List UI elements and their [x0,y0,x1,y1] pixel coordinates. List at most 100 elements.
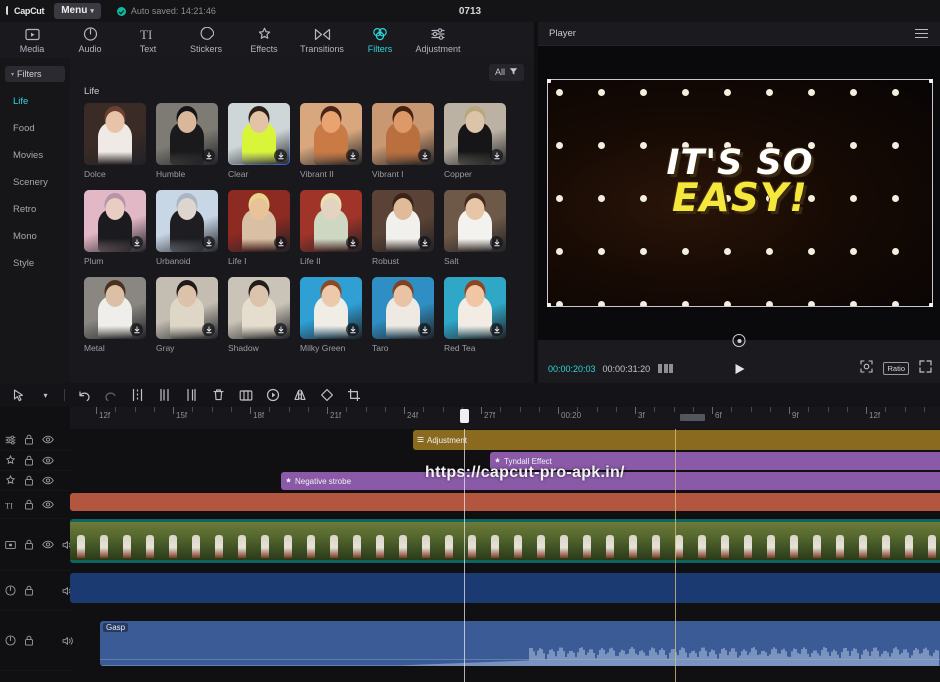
eye-icon[interactable] [42,476,54,485]
reverse-button[interactable] [259,383,286,407]
tab-media[interactable]: Media [4,27,60,54]
sidebar-item-movies[interactable]: Movies [0,142,70,169]
filter-item[interactable]: Vibrant II [300,103,362,179]
tab-effects[interactable]: Effects [236,27,292,54]
lock-icon[interactable] [24,539,34,550]
lock-icon[interactable] [24,585,34,596]
filter-thumbnail[interactable] [372,277,434,339]
audio-clip-1[interactable] [70,573,940,603]
filter-thumbnail[interactable] [84,277,146,339]
lock-icon[interactable] [24,455,34,466]
lock-icon[interactable] [24,635,34,646]
download-icon[interactable] [346,149,359,162]
filter-item[interactable]: Red Tea [444,277,506,353]
filter-item[interactable]: Robust [372,190,434,266]
filter-item[interactable]: Copper [444,103,506,179]
filter-item[interactable]: Plum [84,190,146,266]
download-icon[interactable] [274,236,287,249]
filter-thumbnail[interactable] [444,103,506,165]
download-icon[interactable] [202,323,215,336]
menu-button[interactable]: Menu ▾ [54,3,101,19]
rotate-button[interactable] [313,383,340,407]
filter-item[interactable]: Life I [228,190,290,266]
trim-left-button[interactable] [151,383,178,407]
resize-handle-bottom-right[interactable] [929,303,933,307]
undo-button[interactable] [70,383,97,407]
filter-thumbnail[interactable] [300,103,362,165]
filter-thumbnail[interactable] [444,190,506,252]
playhead-handle[interactable] [460,409,469,423]
filter-thumbnail[interactable] [444,277,506,339]
redo-button[interactable] [97,383,124,407]
split-button[interactable] [124,383,151,407]
tab-adjustment[interactable]: Adjustment [410,27,466,54]
resize-handle-bottom-left[interactable] [547,303,551,307]
tab-filters[interactable]: Filters [352,27,408,54]
filter-item[interactable]: Metal [84,277,146,353]
filter-item[interactable]: Shadow [228,277,290,353]
preview-canvas[interactable]: IT'S SO EASY! [547,79,933,307]
lock-icon[interactable] [24,475,34,486]
filter-thumbnail[interactable] [300,277,362,339]
download-icon[interactable] [346,323,359,336]
layers-icon[interactable] [658,364,674,373]
download-icon[interactable] [130,236,143,249]
filter-thumbnail[interactable] [156,277,218,339]
delete-button[interactable] [205,383,232,407]
adjustment-clip[interactable]: Adjustment [413,430,940,450]
negative-strobe-clip[interactable]: Negative strobe [281,472,940,490]
filter-item[interactable]: Dolce [84,103,146,179]
filter-thumbnail[interactable] [156,103,218,165]
zoom-fit-icon[interactable] [860,359,874,378]
filter-thumbnail[interactable] [228,277,290,339]
filter-thumbnail[interactable] [84,190,146,252]
filter-item[interactable]: Clear [228,103,290,179]
tab-audio[interactable]: Audio [62,27,118,54]
tab-text[interactable]: TI Text [120,27,176,54]
filter-item[interactable]: Milky Green [300,277,362,353]
crop-button[interactable] [340,383,367,407]
video-clip[interactable] [70,519,940,563]
download-icon[interactable] [202,149,215,162]
filter-thumbnail[interactable] [228,103,290,165]
filter-item[interactable]: Life II [300,190,362,266]
download-icon[interactable] [490,323,503,336]
filter-item[interactable]: Vibrant I [372,103,434,179]
download-icon[interactable] [418,323,431,336]
filter-item[interactable]: Humble [156,103,218,179]
filter-item[interactable]: Salt [444,190,506,266]
filter-item[interactable]: Urbanoid [156,190,218,266]
download-icon[interactable] [202,236,215,249]
rotate-handle-icon[interactable] [732,334,746,347]
text-clip[interactable] [70,493,940,511]
download-icon[interactable] [490,236,503,249]
sidebar-item-food[interactable]: Food [0,115,70,142]
filter-item[interactable]: Taro [372,277,434,353]
trim-right-button[interactable] [178,383,205,407]
filter-thumbnail[interactable] [372,190,434,252]
filter-thumbnail[interactable] [84,103,146,165]
download-icon[interactable] [346,236,359,249]
select-tool[interactable] [5,383,32,407]
filter-thumbnail[interactable] [372,103,434,165]
filter-thumbnail[interactable] [228,190,290,252]
download-icon[interactable] [274,323,287,336]
filter-item[interactable]: Gray [156,277,218,353]
sidebar-item-retro[interactable]: Retro [0,196,70,223]
mirror-button[interactable] [286,383,313,407]
play-icon[interactable] [735,363,745,374]
all-filter-button[interactable]: All [488,63,524,81]
audio-clip-gasp[interactable]: Gasp [100,621,940,666]
sidebar-item-style[interactable]: Style [0,250,70,277]
resize-handle-top-right[interactable] [929,79,933,83]
tab-transitions[interactable]: Transitions [294,27,350,54]
sidebar-item-scenery[interactable]: Scenery [0,169,70,196]
ruler-selection-marker[interactable] [680,414,705,421]
eye-icon[interactable] [42,500,54,509]
lock-icon[interactable] [24,434,34,445]
hamburger-icon[interactable] [915,28,928,39]
tool-dropdown[interactable]: ▾ [32,383,59,407]
freeze-button[interactable] [232,383,259,407]
eye-icon[interactable] [42,540,54,549]
rail-header-filters[interactable]: ▾ Filters [5,66,65,82]
